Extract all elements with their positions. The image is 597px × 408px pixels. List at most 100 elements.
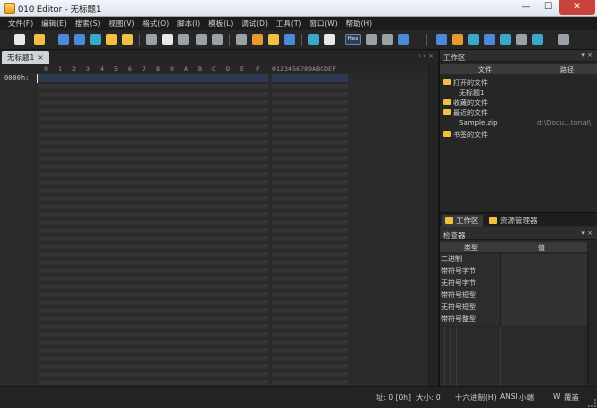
inspector-row-signed-short[interactable]: 带符号短型	[440, 290, 587, 302]
save-as-icon[interactable]	[74, 34, 85, 45]
menu-search[interactable]: 搜索(S)	[71, 18, 105, 29]
empty-row-stripe	[38, 180, 268, 185]
templates-icon[interactable]	[452, 34, 463, 45]
inspector-row-unsigned-short[interactable]: 无符号短型	[440, 302, 587, 314]
col-path[interactable]: 路径	[560, 65, 574, 75]
ws-folder-open-files[interactable]: 打开的文件	[440, 77, 597, 87]
histogram-icon[interactable]	[484, 34, 495, 45]
empty-row-stripe	[272, 132, 348, 137]
empty-row-stripe	[38, 196, 268, 201]
ws-file-untitled1[interactable]: 无标题1	[440, 87, 597, 97]
empty-row-stripe	[272, 180, 348, 185]
columns-icon[interactable]	[382, 34, 393, 45]
find-icon[interactable]	[236, 34, 247, 45]
undo-icon[interactable]	[196, 34, 207, 45]
convert-icon[interactable]	[532, 34, 543, 45]
resize-grip[interactable]	[588, 399, 596, 407]
hex-editor[interactable]: 0 1 2 3 4 5 6 7 8 9 A B C D E F 01234567…	[0, 64, 438, 386]
col-type[interactable]: 类型	[464, 243, 478, 253]
col-header: 4	[100, 65, 104, 73]
menu-edit[interactable]: 编辑(E)	[37, 18, 71, 29]
inspector-scrollbar[interactable]	[587, 252, 597, 386]
new-file-icon[interactable]	[14, 34, 25, 45]
pause-icon[interactable]	[558, 34, 569, 45]
open-file-icon[interactable]	[34, 34, 45, 45]
tab-nav-controls[interactable]: ‹ › ×	[418, 52, 434, 60]
current-row-ascii-highlight	[272, 74, 348, 82]
open-folder-icon[interactable]	[106, 34, 117, 45]
tab-workspace[interactable]: 工作区	[442, 215, 483, 227]
current-row-highlight	[38, 74, 268, 82]
inspector-row-signed-byte[interactable]: 带符号字节	[440, 266, 587, 278]
ws-folder-bookmarks[interactable]: 书签的文件	[440, 129, 597, 139]
goto-icon[interactable]	[284, 34, 295, 45]
empty-row-stripe	[272, 380, 348, 385]
menu-tools[interactable]: 工具(T)	[272, 18, 305, 29]
workspace-icon	[445, 217, 453, 224]
ruler-icon[interactable]	[398, 34, 409, 45]
ws-file-sample-zip[interactable]: Sample.zip d:\Docu...torial\	[440, 118, 597, 128]
menu-file[interactable]: 文件(F)	[4, 18, 37, 29]
menu-view[interactable]: 视图(V)	[104, 18, 138, 29]
minimize-button[interactable]: —	[515, 0, 537, 15]
status-endian[interactable]: 小端	[519, 392, 534, 403]
paragraph-icon[interactable]	[366, 34, 377, 45]
menu-format[interactable]: 格式(O)	[138, 18, 173, 29]
save-all-icon[interactable]	[90, 34, 101, 45]
col-value[interactable]: 值	[538, 243, 545, 253]
find-in-files-icon[interactable]	[268, 34, 279, 45]
text-view-icon[interactable]	[324, 34, 335, 45]
empty-row-stripe	[38, 116, 268, 121]
empty-row-stripe	[272, 284, 348, 289]
menu-scripts[interactable]: 脚本(I)	[173, 18, 204, 29]
empty-row-stripe	[38, 140, 268, 145]
inspector-row-binary[interactable]: 二进制	[440, 254, 587, 266]
copy-icon[interactable]	[162, 34, 173, 45]
menu-window[interactable]: 窗口(W)	[305, 18, 341, 29]
save-icon[interactable]	[58, 34, 69, 45]
tab-workspace-label: 工作区	[456, 216, 479, 225]
close-button[interactable]: ✕	[559, 0, 595, 15]
workspace-panel: 工作区 ▾ × 文件 路径 打开的文件 无标题1 收藏的文件 最近的文件 Sam…	[440, 50, 597, 212]
status-mode[interactable]: 十六进制(H)	[455, 392, 497, 403]
grid-line	[456, 327, 457, 386]
workspace-panel-controls[interactable]: ▾ ×	[581, 51, 593, 59]
col-header: F	[256, 65, 260, 73]
compare-icon[interactable]	[308, 34, 319, 45]
inspector-row-signed-int[interactable]: 带符号整型	[440, 314, 587, 326]
menu-debug[interactable]: 调试(D)	[237, 18, 272, 29]
tab-untitled1[interactable]: 无标题1 ×	[2, 51, 49, 64]
calculator-icon[interactable]	[436, 34, 447, 45]
status-encoding[interactable]: ANSI	[500, 392, 518, 401]
inspector-panel-controls[interactable]: ▾ ×	[581, 229, 593, 237]
ws-folder-favorites[interactable]: 收藏的文件	[440, 97, 597, 107]
open-project-icon[interactable]	[122, 34, 133, 45]
editor-scrollbar[interactable]	[428, 64, 438, 386]
inspector-row-unsigned-byte[interactable]: 无符号字节	[440, 278, 587, 290]
replace-icon[interactable]	[252, 34, 263, 45]
col-file[interactable]: 文件	[478, 65, 492, 75]
hex-mode-button[interactable]: Hex	[345, 34, 361, 45]
scripts-icon[interactable]	[468, 34, 479, 45]
menu-help[interactable]: 帮助(H)	[342, 18, 377, 29]
toolbar-separator	[426, 34, 427, 46]
empty-row-stripe	[272, 124, 348, 129]
tab-explorer[interactable]: 资源管理器	[486, 215, 542, 227]
ws-folder-recent[interactable]: 最近的文件	[440, 107, 597, 117]
menu-templates[interactable]: 模板(L)	[204, 18, 237, 29]
inspector-type: 无符号短型	[440, 302, 500, 314]
cut-icon[interactable]	[146, 34, 157, 45]
empty-row-stripe	[38, 228, 268, 233]
status-write[interactable]: W	[553, 392, 560, 401]
status-overwrite[interactable]: 覆盖	[564, 392, 579, 403]
paste-icon[interactable]	[178, 34, 189, 45]
workspace-title: 工作区	[443, 53, 466, 62]
window-controls: — ☐ ✕	[515, 0, 595, 16]
maximize-button[interactable]: ☐	[537, 0, 559, 15]
tab-close-icon[interactable]: ×	[37, 53, 43, 62]
operations-icon[interactable]	[516, 34, 527, 45]
redo-icon[interactable]	[212, 34, 223, 45]
ws-row-label: Sample.zip	[459, 119, 498, 127]
checksum-icon[interactable]	[500, 34, 511, 45]
empty-row-stripe	[38, 164, 268, 169]
